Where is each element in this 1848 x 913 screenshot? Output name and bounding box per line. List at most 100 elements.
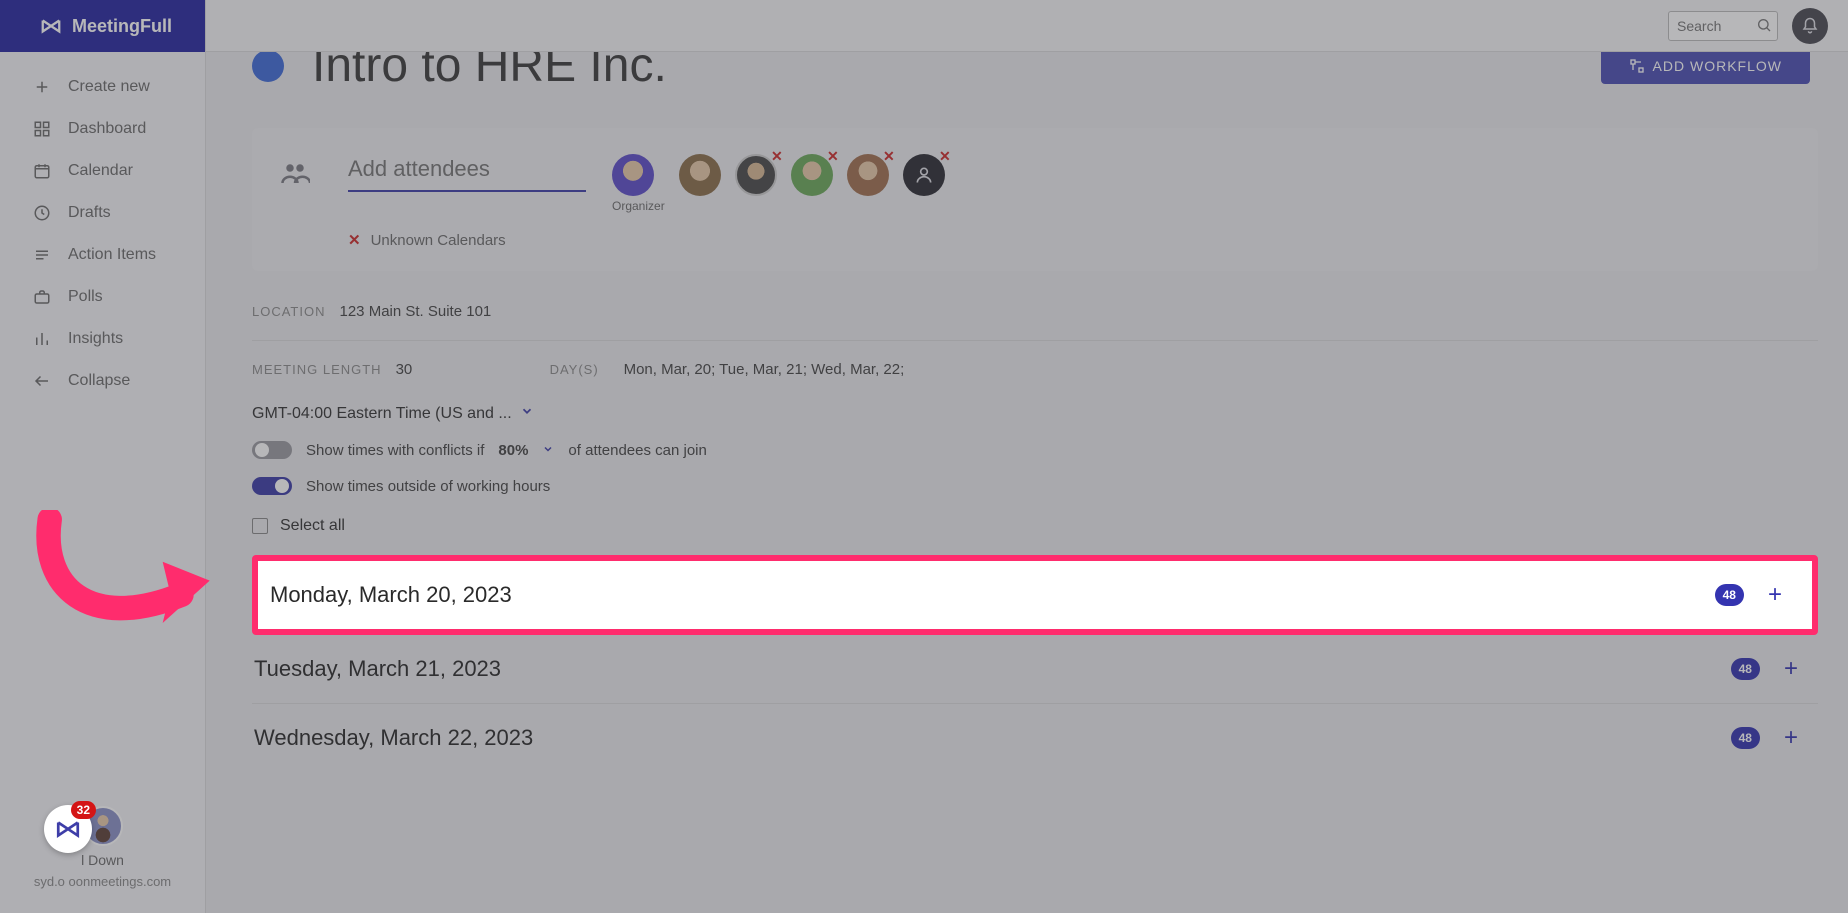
attendee-organizer[interactable]: Organizer [612, 154, 665, 213]
attendee-6[interactable]: ✕ [903, 154, 945, 196]
person-icon [914, 165, 934, 185]
notification-count: 32 [71, 801, 96, 819]
timezone-value: GMT-04:00 Eastern Time (US and ... [252, 405, 512, 423]
notifications-button[interactable] [1792, 8, 1828, 44]
expand-day-button[interactable]: + [1778, 655, 1804, 683]
sidebar-item-collapse[interactable]: Collapse [0, 360, 205, 402]
chevron-down-icon[interactable] [542, 442, 554, 459]
search-box [1668, 11, 1778, 41]
sidebar-user: l Down syd.o oonmeetings.com [0, 806, 205, 889]
sidebar-item-label: Drafts [68, 204, 111, 222]
sidebar-item-label: Insights [68, 330, 123, 348]
unknown-calendars-label: Unknown Calendars [371, 232, 506, 249]
brand-icon [40, 15, 62, 37]
organizer-label: Organizer [612, 199, 665, 213]
chevron-down-icon [520, 404, 534, 423]
days-label: DAY(S) [550, 362, 610, 377]
sidebar-item-dashboard[interactable]: Dashboard [0, 108, 205, 150]
expand-day-button[interactable]: + [1762, 581, 1788, 609]
plus-icon [32, 78, 52, 96]
sidebar: MeetingFull Create new Dashboard Calenda… [0, 0, 206, 913]
select-all-checkbox[interactable] [252, 518, 268, 534]
add-workflow-button[interactable]: ADD WORKFLOW [1601, 52, 1810, 84]
sidebar-item-insights[interactable]: Insights [0, 318, 205, 360]
day-row-tuesday[interactable]: Tuesday, March 21, 2023 48 + [252, 635, 1818, 704]
sidebar-item-actions[interactable]: Action Items [0, 234, 205, 276]
topbar [206, 0, 1848, 52]
main-content: Intro to HRE Inc. ADD WORKFLOW Organizer… [206, 52, 1848, 913]
people-icon [280, 158, 310, 193]
grid-icon [32, 120, 52, 138]
clock-icon [32, 204, 52, 222]
briefcase-icon [32, 288, 52, 306]
slot-count-badge: 48 [1715, 584, 1744, 606]
page-header: Intro to HRE Inc. ADD WORKFLOW [252, 52, 1818, 93]
sidebar-item-label: Action Items [68, 246, 156, 264]
sidebar-item-label: Dashboard [68, 120, 146, 138]
brand-mark-icon [55, 816, 81, 842]
list-icon [32, 246, 52, 264]
day-label: Tuesday, March 21, 2023 [254, 656, 501, 682]
attendee-3[interactable]: ✕ [735, 154, 777, 196]
add-attendees-input[interactable] [348, 154, 586, 192]
user-name: l Down [81, 852, 124, 868]
brand-text: MeetingFull [72, 16, 172, 37]
location-value[interactable]: 123 Main St. Suite 101 [340, 303, 492, 320]
unknown-calendars-row[interactable]: ✕ Unknown Calendars [348, 231, 1790, 249]
close-icon: ✕ [348, 231, 361, 249]
conflicts-toggle-row: Show times with conflicts if 80% of atte… [252, 441, 1818, 459]
avatar [612, 154, 654, 196]
sidebar-item-polls[interactable]: Polls [0, 276, 205, 318]
conflicts-percent[interactable]: 80% [498, 442, 528, 459]
location-row: LOCATION 123 Main St. Suite 101 [252, 297, 1818, 326]
select-all-label: Select all [280, 517, 345, 535]
sidebar-item-create[interactable]: Create new [0, 66, 205, 108]
divider [252, 340, 1818, 341]
slot-count-badge: 48 [1731, 727, 1760, 749]
bell-icon [1801, 17, 1819, 35]
outside-hours-toggle[interactable] [252, 477, 292, 495]
outside-hours-label: Show times outside of working hours [306, 478, 550, 495]
sidebar-item-label: Collapse [68, 372, 130, 390]
attendee-avatars: Organizer ✕ ✕ ✕ ✕ [612, 154, 945, 213]
day-row-monday[interactable]: Monday, March 20, 2023 48 + [268, 561, 1802, 629]
page-title: Intro to HRE Inc. [312, 52, 667, 93]
length-days-row: MEETING LENGTH 30 DAY(S) Mon, Mar, 20; T… [252, 355, 1818, 384]
attendee-4[interactable]: ✕ [791, 154, 833, 196]
conflicts-suffix: of attendees can join [568, 442, 706, 459]
remove-icon[interactable]: ✕ [827, 148, 839, 165]
brand-logo: MeetingFull [0, 0, 205, 52]
sidebar-item-drafts[interactable]: Drafts [0, 192, 205, 234]
attendees-card: Organizer ✕ ✕ ✕ ✕ ✕ Unknown Calend [252, 128, 1818, 271]
slot-count-badge: 48 [1731, 658, 1760, 680]
floating-notification-badge[interactable]: 32 [44, 805, 92, 853]
remove-icon[interactable]: ✕ [939, 148, 951, 165]
attendee-5[interactable]: ✕ [847, 154, 889, 196]
day-label: Monday, March 20, 2023 [270, 582, 512, 608]
attendee-2[interactable] [679, 154, 721, 196]
sidebar-item-label: Polls [68, 288, 103, 306]
conflicts-prefix: Show times with conflicts if [306, 442, 484, 459]
sidebar-item-label: Create new [68, 78, 150, 96]
conflicts-toggle[interactable] [252, 441, 292, 459]
day-label: Wednesday, March 22, 2023 [254, 725, 533, 751]
timezone-selector[interactable]: GMT-04:00 Eastern Time (US and ... [252, 404, 1818, 423]
outside-hours-toggle-row: Show times outside of working hours [252, 477, 1818, 495]
avatar [679, 154, 721, 196]
workflow-icon [1629, 58, 1645, 74]
search-icon[interactable] [1756, 17, 1772, 38]
remove-icon[interactable]: ✕ [883, 148, 895, 165]
meeting-length-value[interactable]: 30 [396, 361, 516, 378]
day-row-wednesday[interactable]: Wednesday, March 22, 2023 48 + [252, 704, 1818, 772]
meta-section: LOCATION 123 Main St. Suite 101 MEETING … [252, 297, 1818, 573]
remove-icon[interactable]: ✕ [771, 148, 783, 165]
location-label: LOCATION [252, 304, 326, 319]
expand-day-button[interactable]: + [1778, 724, 1804, 752]
highlighted-day-frame: Monday, March 20, 2023 48 + [252, 555, 1818, 635]
attendees-column: Organizer ✕ ✕ ✕ ✕ ✕ Unknown Calend [348, 154, 1790, 249]
meeting-length-label: MEETING LENGTH [252, 362, 382, 377]
days-value[interactable]: Mon, Mar, 20; Tue, Mar, 21; Wed, Mar, 22… [624, 361, 905, 378]
add-workflow-label: ADD WORKFLOW [1653, 58, 1782, 74]
sidebar-item-calendar[interactable]: Calendar [0, 150, 205, 192]
sidebar-nav: Create new Dashboard Calendar Drafts Act… [0, 52, 205, 913]
